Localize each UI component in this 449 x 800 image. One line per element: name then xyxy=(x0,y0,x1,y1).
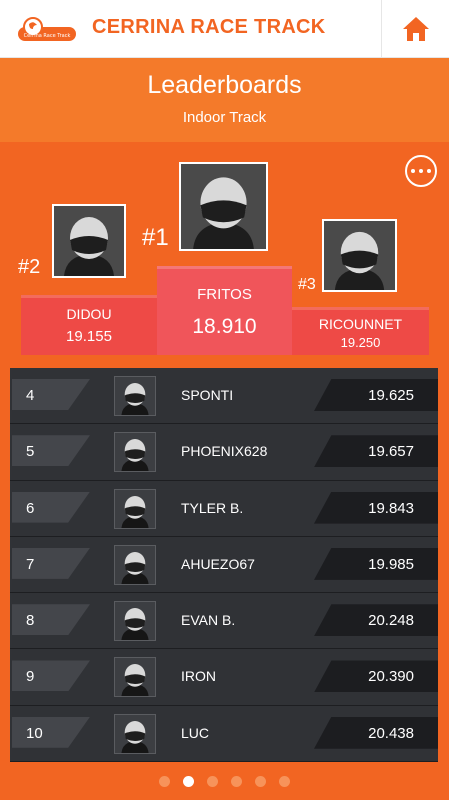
page-dot[interactable] xyxy=(183,775,194,787)
row-lap-time: 19.985 xyxy=(368,555,414,573)
more-icon xyxy=(411,169,415,173)
row-lap-time: 20.438 xyxy=(368,724,414,742)
helmet-icon xyxy=(54,206,124,276)
row-avatar xyxy=(114,432,156,473)
row-rank: 10 xyxy=(26,724,43,742)
avatar-second xyxy=(52,204,126,278)
helmet-icon xyxy=(181,164,266,249)
page-indicator xyxy=(0,772,449,790)
page-dot[interactable] xyxy=(279,775,290,787)
row-rank: 9 xyxy=(26,668,35,686)
row-lap-time: 19.843 xyxy=(368,499,414,517)
page-dot[interactable] xyxy=(231,775,242,787)
leaderboard-row[interactable]: 5 PHOENIX628 19.657 xyxy=(10,424,438,481)
podium-third[interactable]: RICOUNNET 19.250 xyxy=(292,307,429,355)
rank-third-label: #3 xyxy=(298,276,316,293)
leaderboard-row[interactable]: 9 IRON 20.390 xyxy=(10,649,438,706)
row-avatar xyxy=(114,601,156,642)
leaderboard-row[interactable]: 8 EVAN B. 20.248 xyxy=(10,593,438,650)
row-lap-time: 20.390 xyxy=(368,668,414,686)
row-avatar xyxy=(114,488,156,529)
podium-third-time: 19.250 xyxy=(340,335,381,350)
page-dot[interactable] xyxy=(255,775,266,787)
rank-badge xyxy=(12,604,90,636)
helmet-icon xyxy=(121,495,149,528)
row-lap-time: 20.248 xyxy=(368,612,414,630)
row-rank: 4 xyxy=(26,387,35,404)
row-driver-name: LUC xyxy=(181,724,210,741)
row-lap-time: 19.625 xyxy=(368,387,414,404)
helmet-icon xyxy=(121,720,149,753)
rank-second-label: #2 xyxy=(18,256,41,278)
rank-badge xyxy=(12,491,90,523)
helmet-icon xyxy=(121,551,149,584)
page-title: Leaderboards xyxy=(147,71,302,99)
leaderboard-row[interactable]: 4 SPONTI 19.625 xyxy=(10,368,438,425)
podium-third-name: RICOUNNET xyxy=(318,316,403,332)
helmet-icon xyxy=(325,221,394,290)
podium-second-time: 19.155 xyxy=(66,328,112,345)
podium-first[interactable]: FRITOS 18.910 xyxy=(157,266,292,355)
leaderboard-row[interactable]: 7 AHUEZO67 19.985 xyxy=(10,536,438,594)
row-driver-name: AHUEZO67 xyxy=(181,555,255,572)
rank-badge xyxy=(12,716,90,748)
row-avatar xyxy=(114,713,156,754)
logo-text: Cerrina Race Track xyxy=(24,33,71,39)
app-logo[interactable]: Cerrina Race Track xyxy=(17,17,77,43)
rank-badge xyxy=(12,435,90,467)
podium-first-name: FRITOS xyxy=(197,286,252,303)
top-bar: Cerrina Race Track CERRINA RACE TRACK xyxy=(0,0,449,58)
row-lap-time: 19.657 xyxy=(368,443,414,461)
page-dot[interactable] xyxy=(207,775,218,787)
podium-first-time: 18.910 xyxy=(192,315,257,338)
row-rank: 8 xyxy=(26,612,35,630)
helmet-icon xyxy=(121,439,149,472)
row-avatar xyxy=(114,544,156,585)
avatar-third xyxy=(322,219,397,292)
podium-second-name: DIDOU xyxy=(66,306,112,322)
home-icon[interactable] xyxy=(401,15,431,43)
row-driver-name: SPONTI xyxy=(181,387,234,403)
home-button[interactable] xyxy=(381,0,449,57)
track-name: Indoor Track xyxy=(182,109,267,126)
row-rank: 6 xyxy=(26,499,35,517)
page-dot[interactable] xyxy=(159,775,170,787)
row-rank: 5 xyxy=(26,443,35,461)
helmet-icon xyxy=(121,664,149,697)
leaderboard-header: Leaderboards Indoor Track xyxy=(0,58,449,142)
leaderboard-row[interactable]: 6 TYLER B. 19.843 xyxy=(10,480,438,537)
more-options-button[interactable] xyxy=(405,155,437,187)
rank-badge xyxy=(12,379,90,410)
leaderboard-row[interactable]: 10 LUC 20.438 xyxy=(10,705,438,763)
rank-first-label: #1 xyxy=(142,224,169,251)
leaderboard-list[interactable]: 4 SPONTI 19.625 5 PHOENIX628 19.657 6 TYLER B. 1… xyxy=(10,368,438,763)
rank-badge xyxy=(12,547,90,579)
helmet-icon xyxy=(121,382,149,415)
row-driver-name: TYLER B. xyxy=(181,499,244,516)
app-title: CERRINA RACE TRACK xyxy=(92,16,326,38)
helmet-icon xyxy=(121,608,149,641)
row-driver-name: EVAN B. xyxy=(181,612,236,629)
row-rank: 7 xyxy=(26,555,35,573)
row-driver-name: PHOENIX628 xyxy=(181,443,268,460)
rank-badge xyxy=(12,660,90,692)
podium-second[interactable]: DIDOU 19.155 xyxy=(21,295,157,355)
row-avatar xyxy=(114,376,156,416)
avatar-first xyxy=(179,162,268,251)
row-driver-name: IRON xyxy=(181,668,216,685)
row-avatar xyxy=(114,657,156,698)
